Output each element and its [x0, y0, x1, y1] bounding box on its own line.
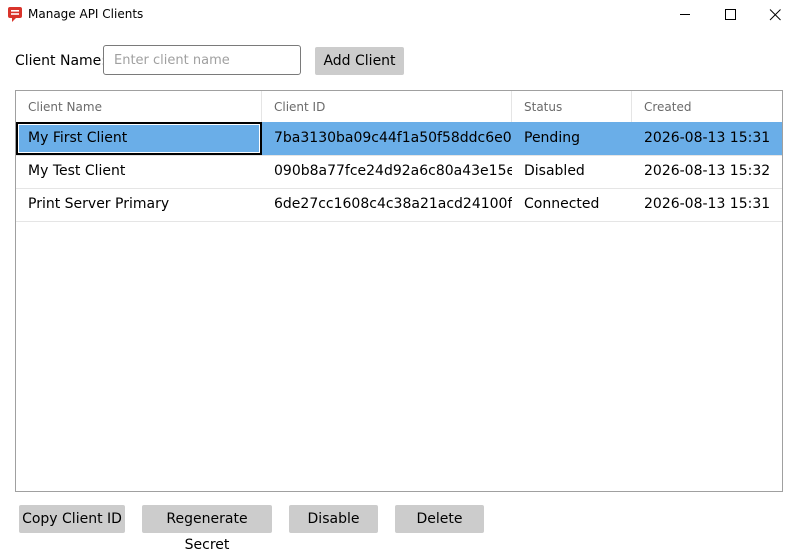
- column-header-client-id[interactable]: Client ID: [262, 91, 512, 122]
- cell-status: Pending: [524, 130, 580, 146]
- client-name-input[interactable]: [103, 45, 301, 75]
- window-title: Manage API Clients: [28, 7, 144, 21]
- close-button[interactable]: [752, 0, 796, 30]
- table-row[interactable]: Print Server Primary 6de27cc1608c4c38a21…: [16, 188, 782, 222]
- cell-client-name: My First Client: [16, 122, 262, 155]
- cell-client-id: 7ba3130ba09c44f1a50f58ddc6e07: [274, 130, 512, 146]
- table-header: Client Name Client ID Status Created: [16, 91, 782, 123]
- title-bar: Manage API Clients: [0, 0, 796, 30]
- cell-created: 2026-08-13 15:32: [644, 163, 771, 179]
- maximize-icon: [725, 9, 736, 20]
- cell-client-name: Print Server Primary: [28, 196, 170, 212]
- cell-status: Disabled: [524, 163, 585, 179]
- copy-client-id-button[interactable]: Copy Client ID: [19, 505, 125, 533]
- maximize-button[interactable]: [707, 0, 753, 30]
- regenerate-secret-button[interactable]: Regenerate Secret: [142, 505, 272, 553]
- cell-client-name: My Test Client: [28, 163, 126, 179]
- column-header-client-name[interactable]: Client Name: [16, 91, 262, 122]
- clients-table[interactable]: Client Name Client ID Status Created My …: [15, 90, 783, 492]
- delete-button[interactable]: Delete: [395, 505, 484, 533]
- add-client-button[interactable]: Add Client: [315, 47, 404, 75]
- client-name-label: Client Name:: [15, 53, 106, 69]
- table-row[interactable]: My Test Client 090b8a77fce24d92a6c80a43e…: [16, 155, 782, 189]
- cell-client-id: 6de27cc1608c4c38a21acd24100fa: [274, 196, 512, 212]
- minimize-button[interactable]: [662, 0, 708, 30]
- cell-created: 2026-08-13 15:31: [644, 130, 771, 146]
- cell-created: 2026-08-13 15:31: [644, 196, 771, 212]
- minimize-icon: [680, 14, 690, 15]
- column-header-status[interactable]: Status: [512, 91, 632, 122]
- column-header-created[interactable]: Created: [632, 91, 782, 122]
- table-row[interactable]: My First Client 7ba3130ba09c44f1a50f58dd…: [16, 122, 782, 156]
- cell-client-id: 090b8a77fce24d92a6c80a43e15ea: [274, 163, 512, 179]
- disable-button[interactable]: Disable: [289, 505, 378, 533]
- close-icon: [769, 9, 781, 21]
- cell-status: Connected: [524, 196, 600, 212]
- speech-bubble-icon: [7, 6, 23, 23]
